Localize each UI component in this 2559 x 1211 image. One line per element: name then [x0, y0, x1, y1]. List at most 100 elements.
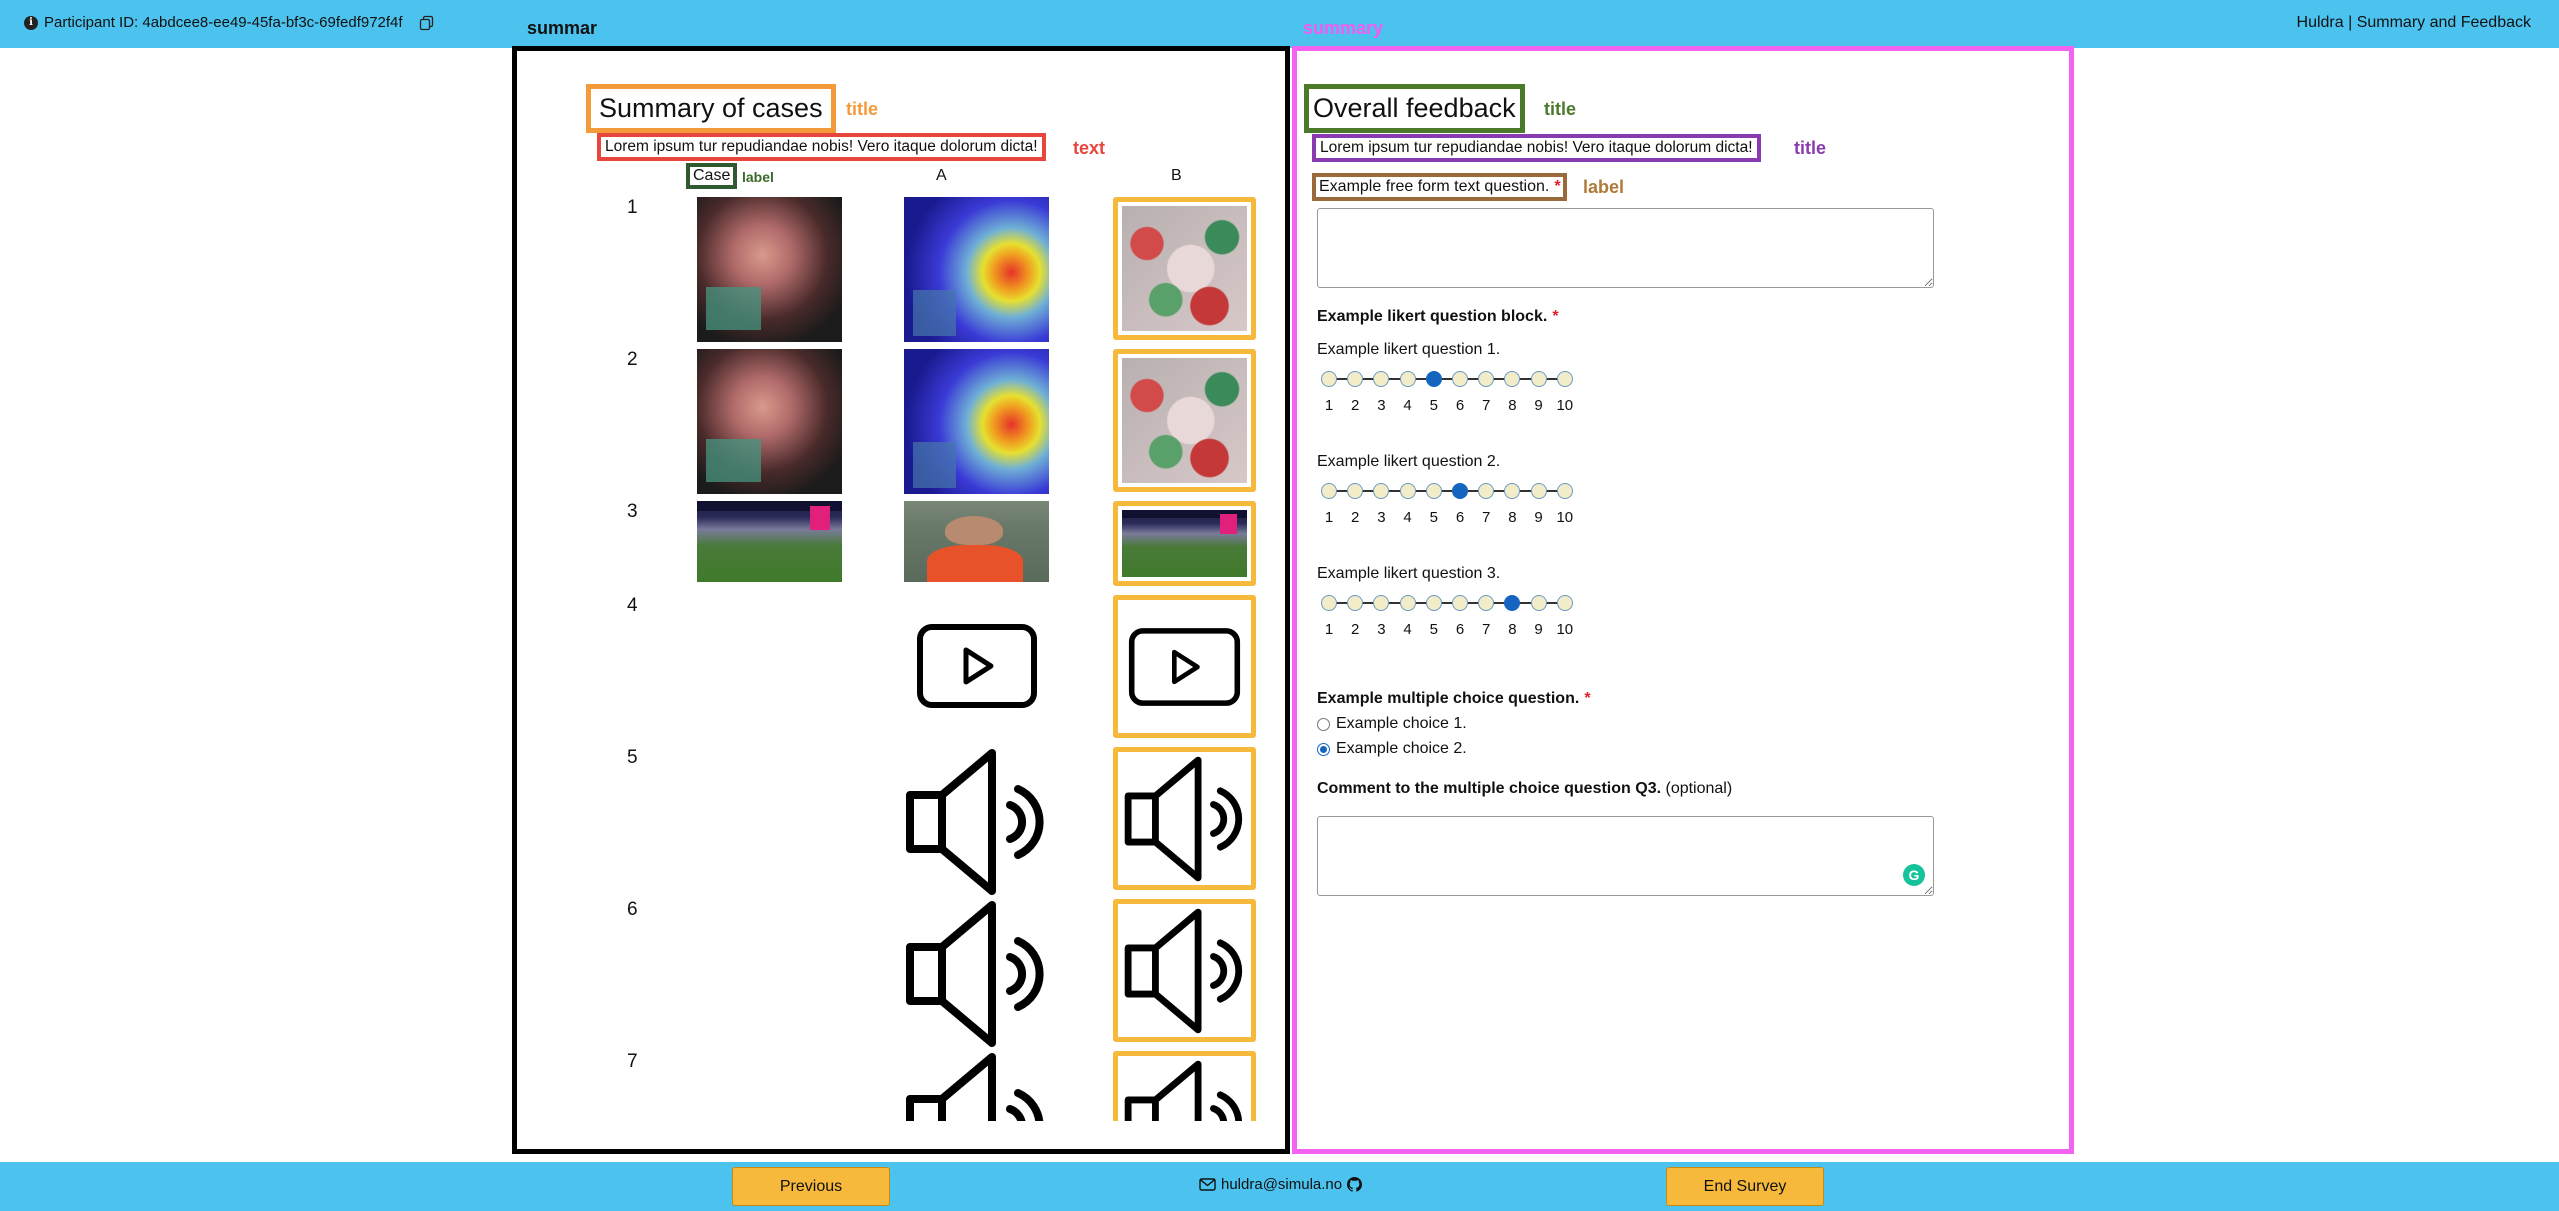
likert-option[interactable]: [1399, 595, 1416, 611]
likert-option[interactable]: [1321, 371, 1337, 387]
col-head-b: B: [1171, 167, 1182, 184]
likert-option[interactable]: [1530, 595, 1547, 611]
likert-scale[interactable]: 1 2 3 4 5 6 7 8 9 10: [1317, 479, 1577, 529]
blurred-face-image[interactable]: [697, 349, 842, 494]
likert-option-number: 3: [1377, 621, 1386, 638]
likert-option-number: 5: [1429, 621, 1438, 638]
mc-choice-2[interactable]: Example choice 2.: [1317, 740, 1467, 758]
likert-option[interactable]: [1373, 371, 1390, 387]
previous-button[interactable]: Previous: [732, 1167, 890, 1206]
likert-track: [1329, 602, 1564, 604]
feedback-panel: Overall feedback title Lorem ipsum tur r…: [1292, 46, 2074, 1154]
likert-option[interactable]: [1556, 595, 1573, 611]
likert-option[interactable]: [1373, 595, 1390, 611]
speaker-icon[interactable]: [904, 747, 1054, 897]
likert-option[interactable]: [1556, 483, 1573, 499]
likert-option-number: 10: [1556, 621, 1574, 638]
likert-option-number: 6: [1455, 397, 1465, 414]
football-match-image[interactable]: [697, 501, 842, 582]
freeform-answer-field[interactable]: [1317, 208, 1934, 288]
likert-option-number: 9: [1534, 621, 1543, 638]
video-play-icon[interactable]: [916, 623, 1038, 709]
likert-option[interactable]: [1478, 371, 1495, 387]
video-play-icon[interactable]: [1128, 627, 1241, 707]
likert-option[interactable]: [1504, 371, 1521, 387]
likert-option[interactable]: [1399, 483, 1416, 499]
likert-option[interactable]: [1321, 483, 1337, 499]
mosaic-image[interactable]: [1122, 358, 1247, 483]
likert-option[interactable]: [1347, 483, 1364, 499]
likert-question-label: Example likert question 3.: [1317, 565, 1501, 582]
likert-option-number: 8: [1508, 621, 1517, 638]
freeform-label-tag: label: [1583, 177, 1625, 197]
likert-option[interactable]: [1556, 371, 1573, 387]
mc-question-text: Example multiple choice question.: [1317, 690, 1580, 707]
required-mark: *: [1583, 690, 1590, 707]
heatmap-image[interactable]: [904, 197, 1049, 342]
copy-icon[interactable]: [419, 15, 435, 31]
comment-answer-field[interactable]: [1317, 816, 1934, 896]
likert-option[interactable]: [1530, 483, 1547, 499]
required-mark: *: [1553, 178, 1561, 195]
likert-option[interactable]: [1347, 595, 1364, 611]
speaker-icon[interactable]: [904, 1051, 1054, 1121]
football-match-image[interactable]: [1122, 510, 1247, 577]
radio-button[interactable]: [1317, 717, 1330, 731]
comment-question-label: Comment to the multiple choice question …: [1317, 780, 1732, 798]
likert-option[interactable]: [1504, 595, 1521, 611]
freeform-question-text: Example free form text question.: [1319, 178, 1550, 195]
likert-option[interactable]: [1452, 595, 1468, 611]
likert-option[interactable]: [1321, 595, 1337, 611]
speaker-icon[interactable]: [904, 899, 1054, 1049]
likert-option-number: 7: [1482, 397, 1491, 414]
row-number: 7: [627, 1051, 638, 1072]
blurred-face-image[interactable]: [697, 197, 842, 342]
mc-choice-label: Example choice 2.: [1336, 740, 1467, 757]
participant-id: i Participant ID: 4abdcee8-ee49-45fa-bf3…: [24, 14, 435, 31]
speaker-icon[interactable]: [1123, 755, 1251, 883]
feedback-title-tag: title: [1544, 99, 1577, 119]
likert-option[interactable]: [1399, 371, 1416, 387]
likert-option-number: 5: [1429, 397, 1438, 414]
github-icon[interactable]: [1347, 1177, 1363, 1192]
end-survey-button[interactable]: End Survey: [1666, 1167, 1824, 1206]
feedback-text: Lorem ipsum tur repudiandae nobis! Vero …: [1312, 134, 1761, 162]
likert-option[interactable]: [1504, 483, 1521, 499]
likert-option[interactable]: [1425, 371, 1442, 387]
likert-option[interactable]: [1530, 371, 1547, 387]
row-number: 1: [627, 197, 638, 218]
likert-option-number: 4: [1403, 397, 1412, 414]
likert-option[interactable]: [1425, 483, 1442, 499]
speaker-icon-clip: [904, 1051, 1054, 1121]
likert-option[interactable]: [1452, 483, 1468, 499]
grammarly-icon[interactable]: G: [1903, 864, 1925, 886]
right-panel-annotation: summary: [1303, 18, 1384, 38]
likert-option-number: 4: [1403, 621, 1412, 638]
speaker-icon[interactable]: [1123, 907, 1251, 1035]
likert-option-number: 4: [1403, 509, 1412, 526]
likert-option-number: 3: [1377, 509, 1386, 526]
likert-block-label: Example likert question block. *: [1317, 308, 1558, 326]
radio-button[interactable]: [1317, 742, 1330, 756]
heatmap-image[interactable]: [904, 349, 1049, 494]
mosaic-image[interactable]: [1122, 206, 1247, 331]
selected-highlight-clip: [1113, 1051, 1256, 1121]
likert-scale[interactable]: 1 2 3 4 5 6 7 8 9 10: [1317, 591, 1577, 641]
likert-option[interactable]: [1425, 595, 1442, 611]
likert-scale[interactable]: 1 2 3 4 5 6 7 8 9 10: [1317, 367, 1577, 417]
likert-option-number: 2: [1351, 621, 1360, 638]
left-panel-annotation: summar: [527, 18, 598, 38]
likert-option[interactable]: [1478, 595, 1495, 611]
likert-option[interactable]: [1373, 483, 1390, 499]
contact-email[interactable]: huldra@simula.no: [1221, 1176, 1342, 1193]
speaker-icon[interactable]: [1123, 1059, 1251, 1121]
likert-option[interactable]: [1478, 483, 1495, 499]
likert-option-number: 6: [1455, 509, 1465, 526]
football-player-image[interactable]: [904, 501, 1049, 582]
likert-option-number: 1: [1324, 509, 1334, 526]
case-label-tag: label: [742, 169, 774, 185]
likert-option[interactable]: [1347, 371, 1364, 387]
likert-track: [1329, 490, 1564, 492]
likert-option[interactable]: [1452, 371, 1468, 387]
mc-choice-1[interactable]: Example choice 1.: [1317, 715, 1467, 733]
